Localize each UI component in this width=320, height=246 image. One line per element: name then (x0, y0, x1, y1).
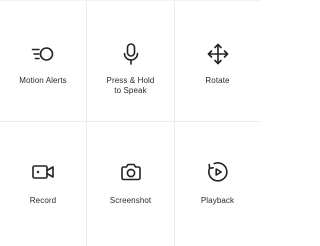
motion-alerts-label: Motion Alerts (19, 76, 67, 85)
camera-icon (119, 160, 143, 184)
motion-alerts-button[interactable]: Motion Alerts (0, 0, 87, 122)
move-arrows-icon (206, 42, 230, 66)
top-divider (0, 0, 260, 1)
motion-alerts-icon (31, 42, 55, 66)
microphone-icon (119, 42, 143, 66)
rotate-label: Rotate (205, 76, 230, 85)
record-label: Record (29, 196, 57, 205)
playback-icon (206, 160, 230, 184)
screenshot-button[interactable]: Screenshot (87, 122, 175, 246)
rotate-button[interactable]: Rotate (175, 0, 260, 122)
record-button[interactable]: Record (0, 122, 87, 246)
press-to-speak-label: Press & Hold to Speak (106, 76, 155, 95)
screenshot-label: Screenshot (109, 196, 152, 205)
video-camera-icon (31, 160, 55, 184)
camera-controls-grid: Motion Alerts Press & Hold to Speak Rota… (0, 0, 260, 246)
playback-label: Playback (200, 196, 235, 205)
playback-button[interactable]: Playback (175, 122, 260, 246)
press-to-speak-button[interactable]: Press & Hold to Speak (87, 0, 175, 122)
